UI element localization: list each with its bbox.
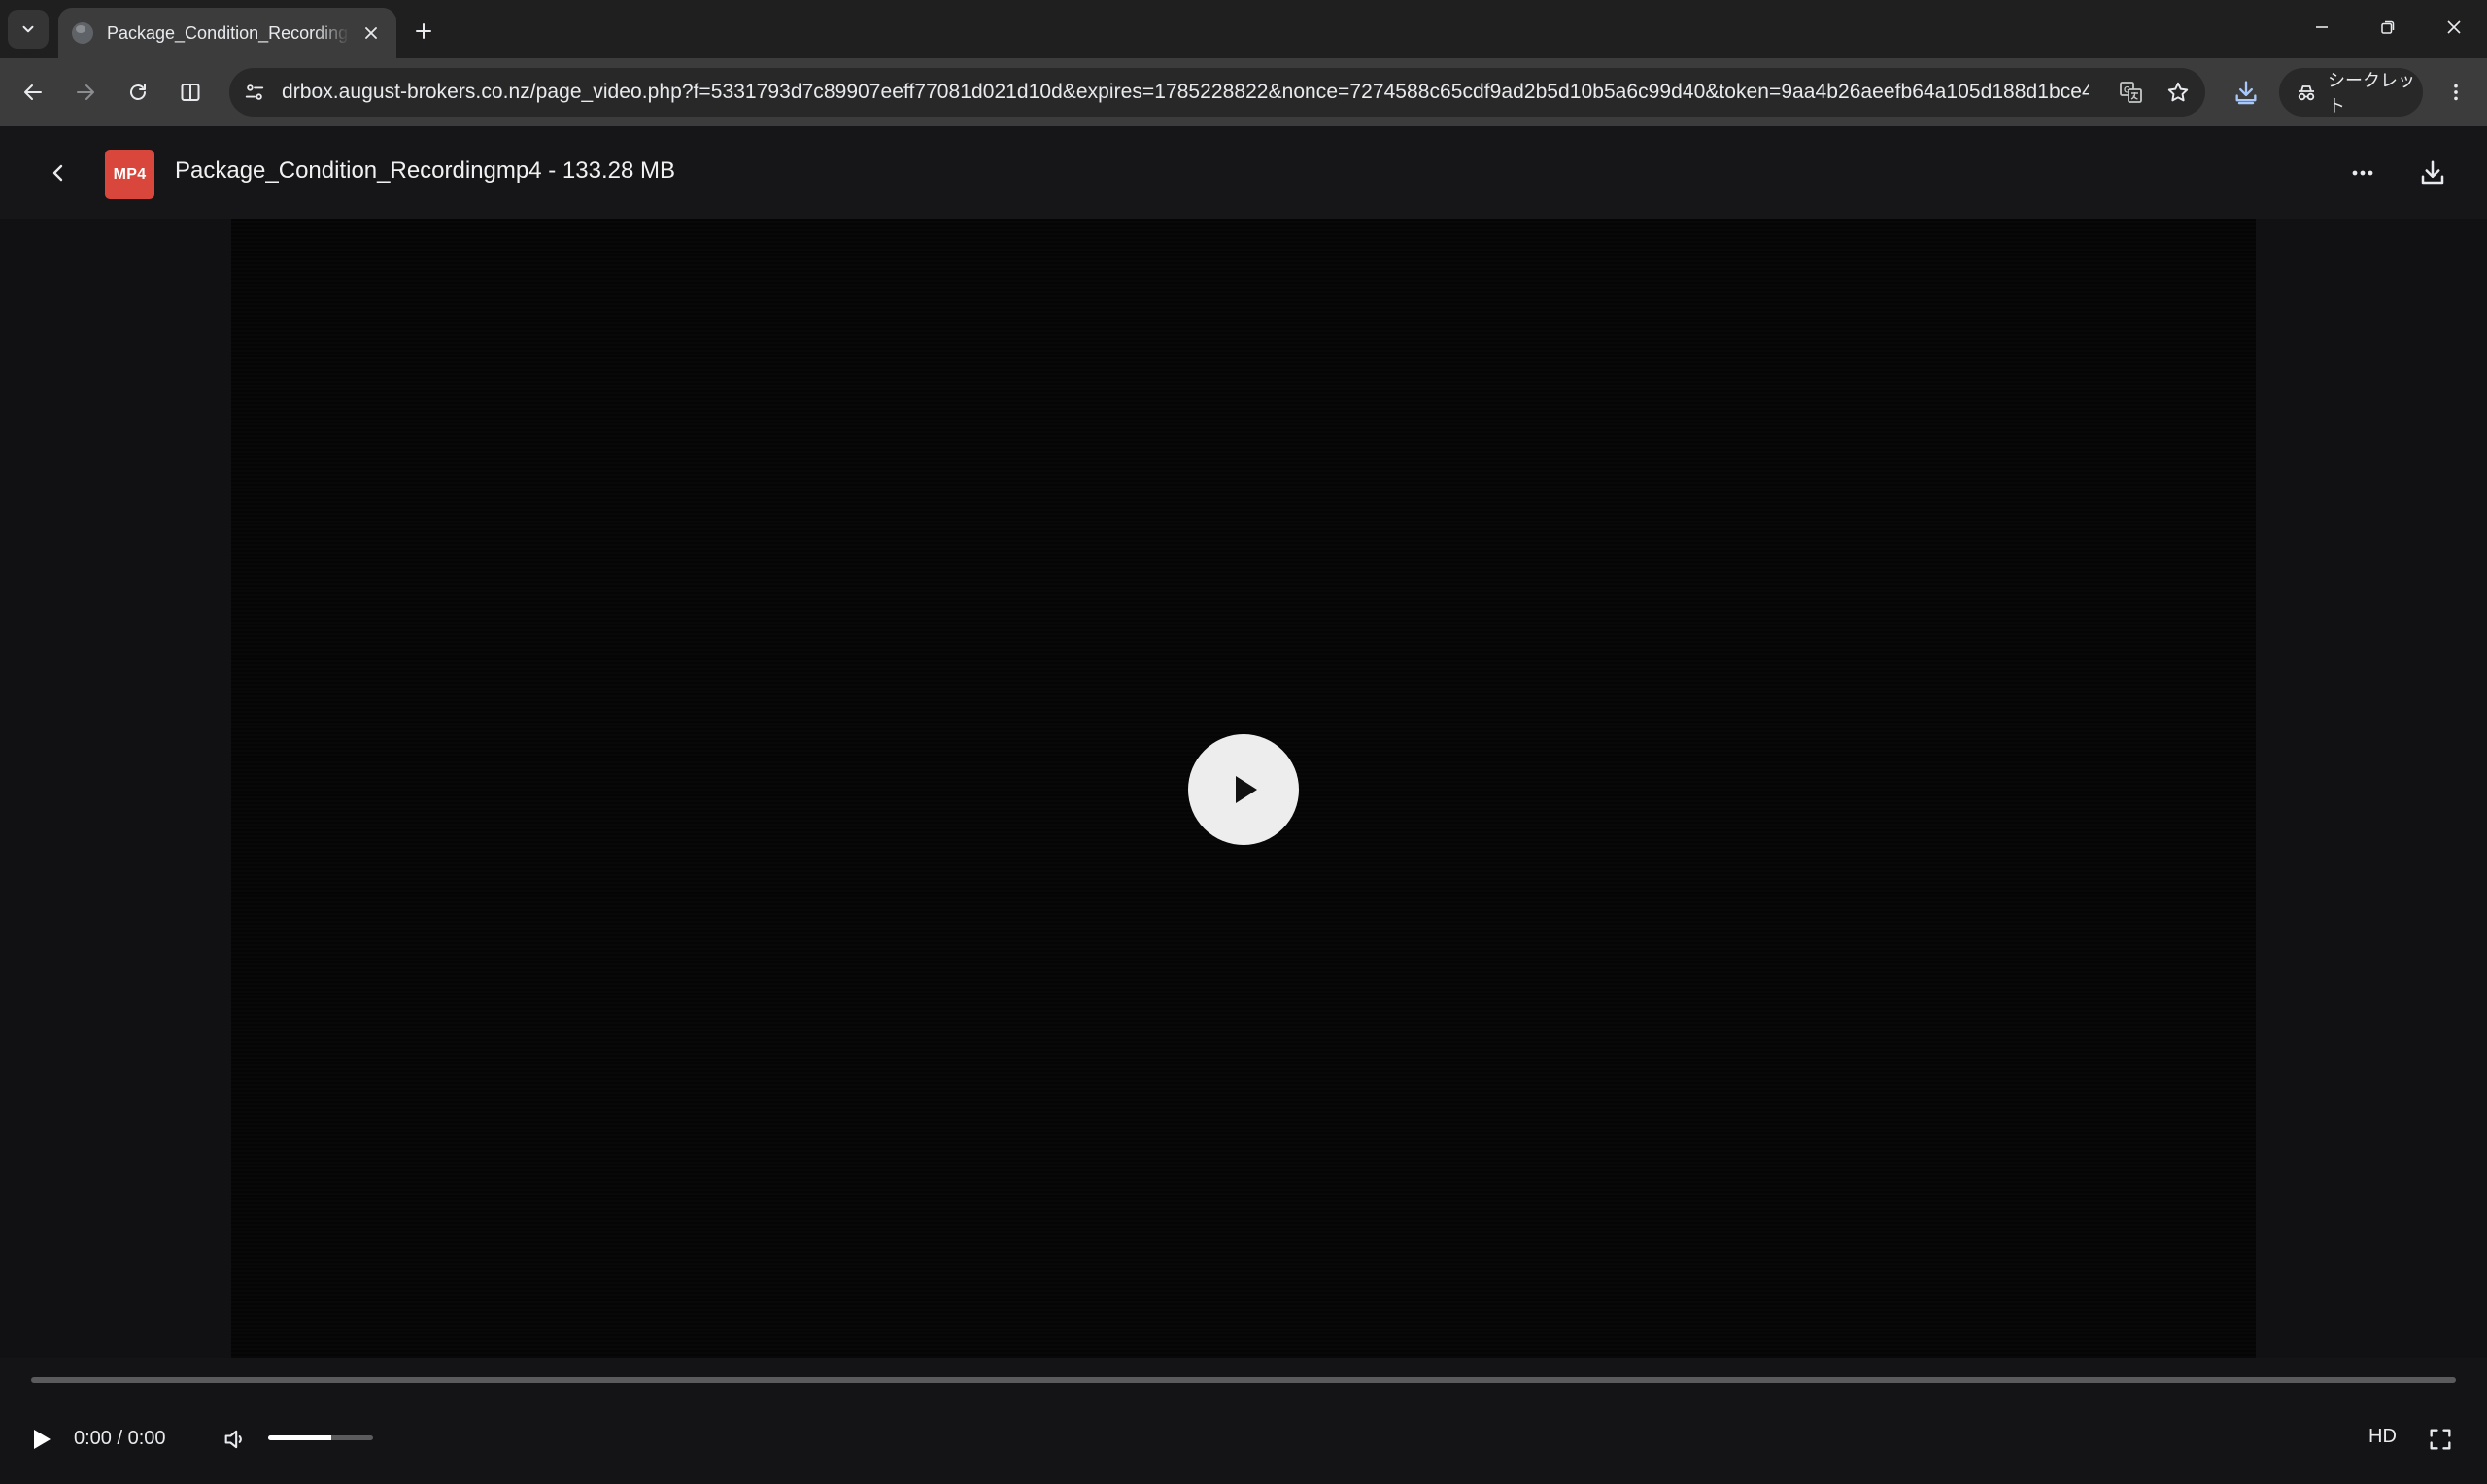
tab-search-button[interactable]: [8, 10, 49, 49]
bookmark-button[interactable]: [2161, 75, 2196, 110]
incognito-indicator[interactable]: シークレット: [2279, 68, 2423, 117]
mute-button[interactable]: [218, 1422, 253, 1457]
incognito-icon: [2295, 81, 2318, 104]
volume-slider[interactable]: [268, 1435, 373, 1440]
downloads-button[interactable]: [2227, 73, 2266, 112]
file-title: Package_Condition_Recordingmp4 - 133.28 …: [175, 157, 675, 184]
tab-close-button[interactable]: [359, 21, 383, 45]
forward-button[interactable]: [66, 73, 105, 112]
reload-icon: [126, 81, 150, 104]
fullscreen-button[interactable]: [2421, 1420, 2460, 1459]
download-file-button[interactable]: [2411, 152, 2454, 194]
restore-icon: [2379, 18, 2397, 36]
browser-menu-button[interactable]: [2436, 73, 2475, 112]
page-back-button[interactable]: [37, 152, 80, 194]
big-play-button[interactable]: [1188, 734, 1299, 845]
volume-level: [268, 1435, 331, 1440]
player-controls: 0:00 / 0:00 HD: [0, 1358, 2487, 1484]
reload-button[interactable]: [119, 73, 157, 112]
back-button[interactable]: [14, 73, 52, 112]
address-bar[interactable]: drbox.august-brokers.co.nz/page_video.ph…: [229, 68, 2205, 117]
tune-icon: [244, 82, 265, 103]
new-tab-button[interactable]: [406, 14, 441, 49]
download-icon: [2418, 158, 2447, 187]
close-icon: [2445, 18, 2463, 36]
close-icon: [363, 25, 379, 41]
quality-button[interactable]: HD: [2368, 1426, 2397, 1448]
url-text[interactable]: drbox.august-brokers.co.nz/page_video.ph…: [282, 81, 2089, 104]
star-icon: [2165, 80, 2191, 105]
minimize-icon: [2313, 18, 2331, 36]
ellipsis-icon: [2349, 159, 2376, 186]
more-options-button[interactable]: [2341, 152, 2384, 194]
file-type-badge: MP4: [105, 150, 154, 199]
download-icon: [2232, 79, 2260, 106]
arrow-left-icon: [21, 81, 45, 104]
split-view-icon: [179, 81, 202, 104]
window-close-button[interactable]: [2421, 0, 2487, 54]
time-display: 0:00 / 0:00: [74, 1428, 166, 1449]
minimize-button[interactable]: [2289, 0, 2355, 54]
chevron-left-icon: [47, 161, 70, 185]
tab-strip: Package_Condition_Recordingmp4: [0, 0, 2487, 58]
plus-icon: [414, 21, 433, 41]
play-icon: [28, 1427, 53, 1452]
active-tab[interactable]: Package_Condition_Recordingmp4: [58, 8, 396, 58]
chevron-down-icon: [19, 20, 37, 38]
progress-bar[interactable]: [31, 1377, 2456, 1383]
translate-button[interactable]: G: [2114, 75, 2149, 110]
translate-icon: G: [2119, 80, 2144, 105]
incognito-label: シークレット: [2328, 71, 2415, 116]
tab-title: Package_Condition_Recordingmp4: [107, 22, 350, 43]
arrow-right-icon: [74, 81, 97, 104]
split-view-button[interactable]: [171, 73, 210, 112]
site-info-button[interactable]: [237, 75, 272, 110]
browser-toolbar: drbox.august-brokers.co.nz/page_video.ph…: [0, 58, 2487, 126]
play-icon: [1224, 770, 1263, 809]
file-header: MP4 Package_Condition_Recordingmp4 - 133…: [0, 126, 2487, 219]
volume-icon: [221, 1426, 249, 1453]
play-button[interactable]: [23, 1422, 58, 1457]
fullscreen-icon: [2427, 1426, 2454, 1453]
globe-icon: [72, 22, 93, 44]
kebab-icon: [2445, 82, 2467, 103]
window-controls: [2289, 0, 2487, 54]
restore-button[interactable]: [2355, 0, 2421, 54]
